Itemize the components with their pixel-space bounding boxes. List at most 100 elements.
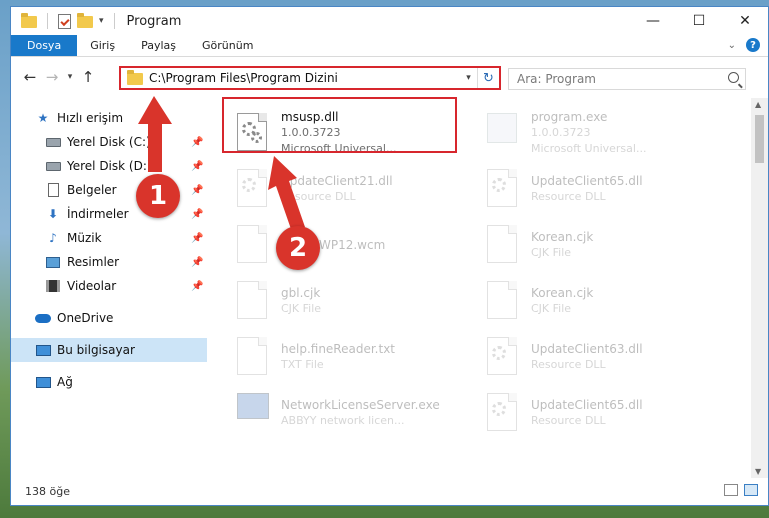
file-type: Resource DLL [281,190,356,203]
pin-icon[interactable]: 📌 [191,281,203,292]
file-tile-program-exe[interactable]: program.exe 1.0.0.3723 Microsoft Univers… [483,106,715,160]
app-icon [237,393,271,433]
sidebar-item-label: İndirmeler [67,207,129,221]
file-tile[interactable]: Korean.cjk CJK File [483,218,715,272]
step-1-badge: 1 [136,174,180,218]
search-input[interactable]: Ara: Program [508,68,746,90]
file-tile[interactable]: UpdateClient65.dll Resource DLL [483,162,715,216]
file-name: UpdateClient21.dll [281,174,393,188]
pin-icon[interactable]: 📌 [191,233,203,244]
file-icon [487,281,521,321]
pictures-icon [45,254,61,270]
file-tile[interactable]: Korean.cjk CJK File [483,274,715,328]
sidebar-item-label: Ağ [57,375,73,389]
pin-icon[interactable]: 📌 [191,185,203,196]
maximize-button[interactable]: ☐ [676,7,722,35]
drive-icon [45,134,61,150]
file-tile[interactable]: WP12.wcm [233,218,465,272]
tab-view[interactable]: Görünüm [189,35,266,56]
highlight-box [222,97,457,153]
file-icon [237,281,271,321]
customize-toolbar-chevron-down-icon[interactable]: ▾ [99,16,104,26]
pin-icon[interactable]: 📌 [191,161,203,172]
tab-home[interactable]: Giriş [77,35,128,56]
scroll-down-icon[interactable]: ▼ [755,467,761,476]
refresh-icon[interactable]: ↻ [477,68,499,88]
tab-file[interactable]: Dosya [11,35,78,56]
file-type: CJK File [281,302,322,315]
ribbon-tabs: Dosya Giriş Paylaş Görünüm ⌄ ? [11,35,768,57]
vertical-scrollbar[interactable]: ▲ ▼ [751,98,768,478]
minimize-button[interactable]: — [630,7,676,35]
close-button[interactable]: ✕ [722,7,768,35]
exe-icon [487,113,521,153]
back-arrow-icon[interactable]: ← [19,66,41,88]
details-view-icon[interactable] [724,484,738,496]
sidebar-item-onedrive[interactable]: OneDrive [11,306,207,330]
sidebar-item-local-disk-c[interactable]: Yerel Disk (C:) 📌 [11,130,207,154]
file-name: UpdateClient63.dll [531,342,643,356]
dll-icon [487,337,521,377]
sidebar-item-label: Hızlı erişim [57,111,124,125]
file-tile[interactable]: help.fineReader.txt TXT File [233,330,465,384]
tiles-view-icon[interactable] [744,484,758,496]
pin-icon[interactable]: 📌 [191,257,203,268]
up-arrow-icon[interactable]: ↑ [77,66,99,88]
main-body: ★ Hızlı erişim Yerel Disk (C:) 📌 Yerel D… [11,98,768,478]
videos-icon [45,278,61,294]
sidebar-item-quick-access[interactable]: ★ Hızlı erişim [11,106,207,130]
file-type: TXT File [281,358,324,371]
help-icon[interactable]: ? [746,38,760,52]
file-version: 1.0.0.3723 [531,126,591,139]
file-name: Korean.cjk [531,230,594,244]
file-tile[interactable]: NetworkLicenseServer.exe ABBYY network l… [233,386,465,440]
file-type: CJK File [531,246,572,259]
file-tile[interactable]: UpdateClient21.dll Resource DLL [233,162,465,216]
sidebar-item-videos[interactable]: Videolar 📌 [11,274,207,298]
pin-icon[interactable]: 📌 [191,209,203,220]
file-tile[interactable]: UpdateClient63.dll Resource DLL [483,330,715,384]
file-type: Resource DLL [531,358,606,371]
sidebar-item-label: Müzik [67,231,102,245]
sidebar-item-this-pc[interactable]: Bu bilgisayar [11,338,207,362]
sidebar-item-label: Bu bilgisayar [57,343,135,357]
address-dropdown-chevron-icon[interactable]: ▾ [459,73,477,83]
file-description: Microsoft Universal... [531,142,647,155]
window-controls: — ☐ ✕ [630,7,768,35]
folder-icon [127,70,143,85]
file-name: gbl.cjk [281,286,321,300]
dll-icon [237,169,271,209]
pin-icon[interactable]: 📌 [191,137,203,148]
sidebar-item-music[interactable]: ♪ Müzik 📌 [11,226,207,250]
properties-icon[interactable] [58,13,71,29]
file-name: UpdateClient65.dll [531,398,643,412]
file-icon [237,225,271,265]
explorer-window: ▾ Program — ☐ ✕ Dosya Giriş Paylaş Görün… [10,6,769,506]
address-path[interactable]: C:\Program Files\Program Dizini [149,71,459,85]
tab-share[interactable]: Paylaş [128,35,189,56]
quick-access-toolbar: ▾ [11,13,119,29]
new-folder-icon[interactable] [77,13,93,28]
scroll-up-icon[interactable]: ▲ [755,100,761,109]
expand-ribbon-chevron-icon[interactable]: ⌄ [728,40,736,51]
file-list: msusp.dll 1.0.0.3723 Microsoft Universal… [207,98,768,478]
sidebar-item-network[interactable]: Ağ [11,370,207,394]
sidebar-item-label: Resimler [67,255,120,269]
address-bar[interactable]: C:\Program Files\Program Dizini ▾ ↻ [119,66,501,90]
scrollbar-thumb[interactable] [755,115,764,163]
file-name: Korean.cjk [531,286,594,300]
file-tile[interactable]: gbl.cjk CJK File [233,274,465,328]
sidebar-item-local-disk-d[interactable]: Yerel Disk (D:) 📌 [11,154,207,178]
dll-icon [487,169,521,209]
recent-locations-chevron-icon[interactable]: ▾ [63,66,77,88]
sidebar-item-pictures[interactable]: Resimler 📌 [11,250,207,274]
ribbon-right-controls: ⌄ ? [728,38,760,52]
file-tile[interactable]: UpdateClient65.dll Resource DLL [483,386,715,440]
search-icon[interactable] [728,72,739,83]
dll-icon [487,393,521,433]
forward-arrow-icon[interactable]: → [41,66,63,88]
network-icon [35,374,51,390]
